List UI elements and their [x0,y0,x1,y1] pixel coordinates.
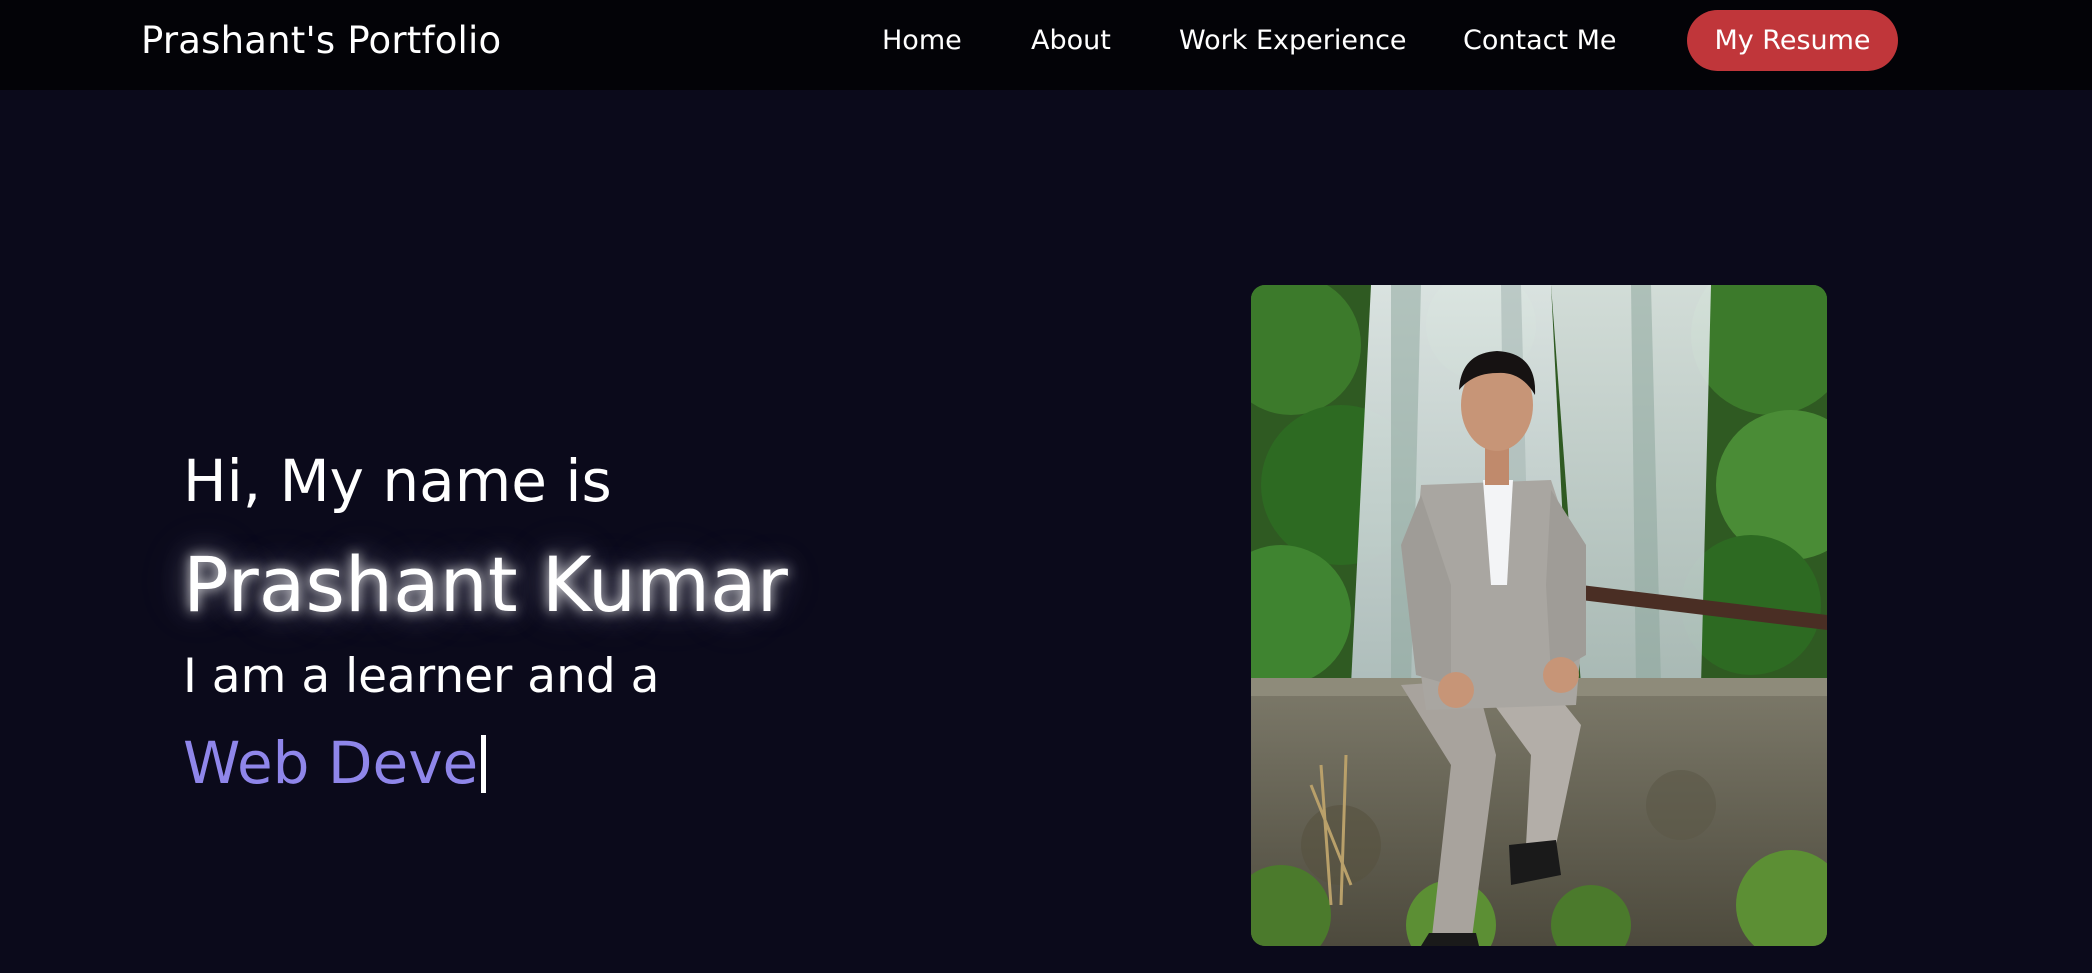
hero-tagline: I am a learner and a [183,649,660,704]
resume-button[interactable]: My Resume [1687,10,1898,71]
profile-photo [1251,285,1827,946]
text-cursor-icon [481,735,487,793]
nav-link-work-experience[interactable]: Work Experience [1179,23,1407,59]
nav-link-about[interactable]: About [1031,23,1111,59]
profile-photo-illustration [1251,285,1827,946]
hero-greeting: Hi, My name is [183,447,612,515]
typed-role-text: Web Deve [183,729,479,797]
navbar: Prashant's Portfolio Home About Work Exp… [0,0,2092,90]
typed-role: Web Deve [183,723,487,803]
nav-link-home[interactable]: Home [882,23,962,59]
hero-name: Prashant Kumar [183,540,788,629]
nav-link-contact-me[interactable]: Contact Me [1463,23,1617,59]
